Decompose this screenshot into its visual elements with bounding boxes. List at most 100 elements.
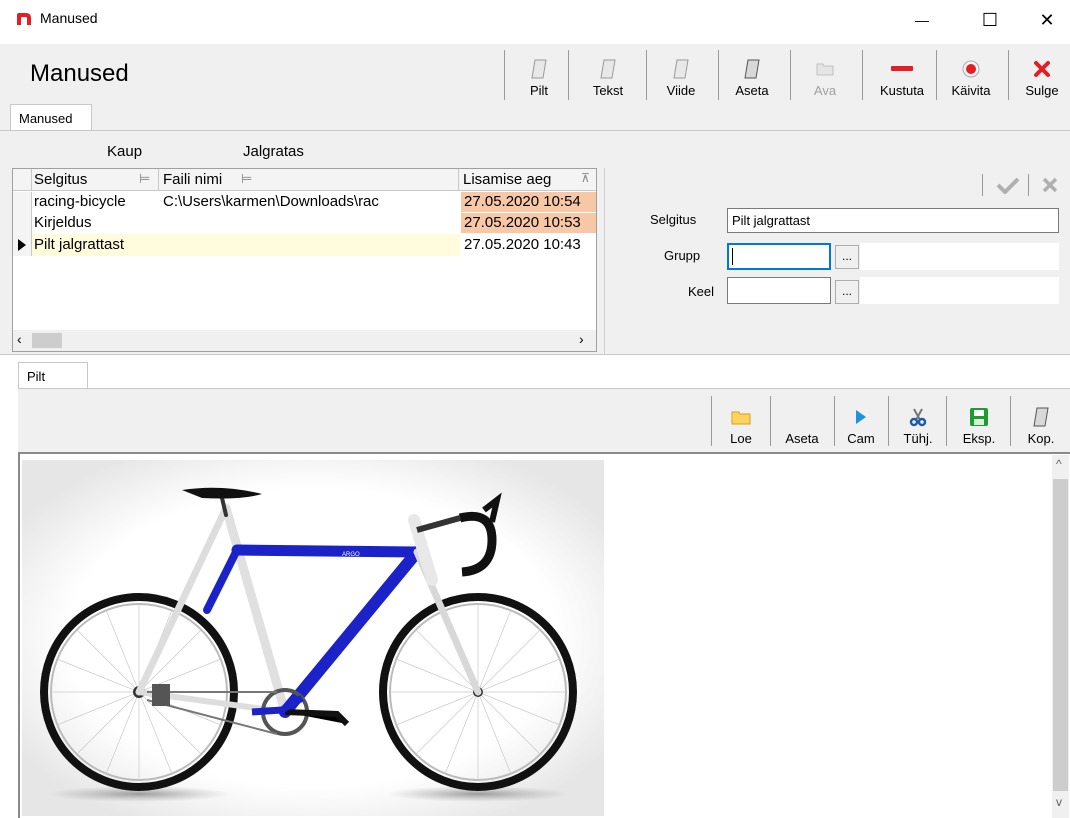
cell-selgitus: Kirjeldus bbox=[34, 214, 92, 231]
row-indicator bbox=[13, 213, 32, 234]
toolbar-button-aseta[interactable]: Aseta bbox=[730, 48, 774, 102]
table-row[interactable]: Kirjeldus 27.05.2020 10:53 bbox=[13, 213, 596, 234]
grupp-input[interactable] bbox=[727, 243, 831, 270]
folder-icon bbox=[730, 406, 752, 428]
image-button-aseta[interactable]: Aseta bbox=[778, 396, 826, 450]
close-window-button[interactable]: ✕ bbox=[1024, 4, 1070, 36]
toolbar-label: Tekst bbox=[592, 83, 624, 98]
column-header-lisamise-aeg[interactable]: Lisamise aeg ⊼ bbox=[459, 169, 596, 191]
filter-icon[interactable]: ⊨ bbox=[241, 171, 252, 187]
cell-selgitus: racing-bicycle bbox=[34, 193, 126, 210]
page-icon bbox=[528, 58, 550, 80]
save-icon bbox=[968, 406, 990, 428]
tab-manused[interactable]: Manused bbox=[10, 104, 92, 131]
row-pointer-icon bbox=[18, 239, 26, 251]
toolbar-separator bbox=[504, 50, 505, 100]
toolbar-button-kaivita[interactable]: Käivita bbox=[946, 48, 996, 102]
bicycle-picture: ARGO bbox=[22, 460, 604, 816]
page-icon bbox=[670, 58, 692, 80]
current-row-indicator bbox=[13, 234, 32, 256]
toolbar-label: Tühj. bbox=[903, 431, 933, 446]
toolbar-label: Aseta bbox=[785, 431, 819, 446]
tab-pilt[interactable]: Pilt bbox=[18, 362, 88, 389]
toolbar-separator bbox=[1008, 50, 1009, 100]
scroll-down-icon[interactable]: v bbox=[1056, 795, 1062, 809]
form-separator bbox=[982, 174, 983, 196]
grid-horizontal-scrollbar[interactable]: ‹ › bbox=[13, 330, 596, 351]
minus-icon bbox=[891, 58, 913, 80]
toolbar-label: Loe bbox=[730, 431, 752, 446]
toolbar-separator bbox=[834, 396, 835, 446]
toolbar-label: Kop. bbox=[1027, 431, 1055, 446]
confirm-check-icon[interactable] bbox=[996, 176, 1020, 194]
grupp-browse-button[interactable]: ... bbox=[835, 245, 859, 269]
toolbar-separator bbox=[936, 50, 937, 100]
context-label: Kaup bbox=[107, 143, 143, 160]
cell-faili-nimi: C:\Users\karmen\Downloads\rac bbox=[163, 193, 379, 210]
column-header-selgitus[interactable]: Selgitus ⊨ bbox=[31, 169, 159, 191]
selgitus-input[interactable] bbox=[727, 208, 1059, 233]
toolbar-button-tekst[interactable]: Tekst bbox=[586, 48, 630, 102]
keel-input[interactable] bbox=[727, 277, 831, 304]
image-vertical-scrollbar[interactable]: ^ v bbox=[1052, 455, 1069, 818]
toolbar-separator bbox=[646, 50, 647, 100]
page-icon bbox=[1030, 406, 1052, 428]
row-indicator bbox=[13, 192, 32, 213]
cancel-x-icon[interactable] bbox=[1042, 177, 1058, 193]
toolbar-button-sulge[interactable]: Sulge bbox=[1018, 48, 1066, 102]
minimize-button[interactable]: — bbox=[899, 4, 945, 36]
toolbar-button-viide[interactable]: Viide bbox=[660, 48, 702, 102]
toolbar-separator bbox=[711, 396, 712, 446]
toolbar-label: Kustuta bbox=[879, 83, 925, 98]
scrollbar-thumb[interactable] bbox=[1053, 479, 1068, 791]
top-tab-strip bbox=[0, 104, 1070, 130]
app-logo-icon bbox=[17, 13, 31, 25]
context-value: Jalgratas bbox=[243, 143, 304, 160]
toolbar-label: Aseta bbox=[735, 83, 769, 98]
toolbar-button-kustuta[interactable]: Kustuta bbox=[872, 48, 932, 102]
minimize-icon: — bbox=[915, 12, 929, 28]
toolbar-button-ava[interactable]: Ava bbox=[804, 48, 846, 102]
column-header-label: Faili nimi bbox=[163, 171, 223, 188]
toolbar-label: Pilt bbox=[529, 83, 549, 98]
toolbar-label: Käivita bbox=[951, 83, 991, 98]
image-button-tuhj[interactable]: Tühj. bbox=[896, 396, 940, 450]
toolbar-label: Cam bbox=[847, 431, 875, 446]
page-title: Manused bbox=[30, 60, 129, 87]
cell-lisamise-aeg: 27.05.2020 10:43 bbox=[464, 236, 581, 253]
scrollbar-thumb[interactable] bbox=[32, 333, 62, 348]
image-button-kop[interactable]: Kop. bbox=[1018, 396, 1064, 450]
image-button-loe[interactable]: Loe bbox=[722, 396, 760, 450]
scroll-up-icon[interactable]: ^ bbox=[1056, 457, 1062, 471]
toolbar-separator bbox=[790, 50, 791, 100]
folder-icon bbox=[814, 58, 836, 80]
image-button-cam[interactable]: Cam bbox=[842, 396, 880, 450]
toolbar-button-pilt[interactable]: Pilt bbox=[518, 48, 560, 102]
grupp-label: Grupp bbox=[664, 248, 701, 263]
keel-description bbox=[860, 277, 1059, 304]
toolbar-separator bbox=[862, 50, 863, 100]
toolbar-separator bbox=[946, 396, 947, 446]
image-button-eksp[interactable]: Eksp. bbox=[954, 396, 1004, 450]
maximize-button[interactable]: ☐ bbox=[967, 4, 1013, 36]
toolbar-separator bbox=[888, 396, 889, 446]
toolbar-separator bbox=[1010, 396, 1011, 446]
scroll-right-icon[interactable]: › bbox=[579, 331, 584, 347]
toolbar-label: Sulge bbox=[1025, 83, 1059, 98]
frame-text: ARGO bbox=[342, 552, 360, 558]
sort-icon[interactable]: ⊼ bbox=[581, 171, 590, 185]
filter-icon[interactable]: ⊨ bbox=[139, 171, 150, 187]
column-header-label: Lisamise aeg bbox=[463, 171, 552, 188]
scroll-left-icon[interactable]: ‹ bbox=[17, 331, 22, 347]
grupp-description bbox=[860, 243, 1059, 270]
column-header-faili-nimi[interactable]: Faili nimi ⊨ bbox=[159, 169, 459, 191]
table-row-current[interactable]: Pilt jalgrattast 27.05.2020 10:43 bbox=[13, 234, 596, 256]
form-separator bbox=[1028, 174, 1029, 196]
table-row[interactable]: racing-bicycle C:\Users\karmen\Downloads… bbox=[13, 192, 596, 213]
cell-lisamise-aeg: 27.05.2020 10:54 bbox=[461, 192, 596, 212]
bottom-tab-strip bbox=[0, 354, 1070, 389]
toolbar-label: Ava bbox=[813, 83, 837, 98]
keel-browse-button[interactable]: ... bbox=[835, 280, 859, 304]
maximize-icon: ☐ bbox=[981, 9, 999, 30]
row-indicator-header bbox=[13, 169, 32, 191]
